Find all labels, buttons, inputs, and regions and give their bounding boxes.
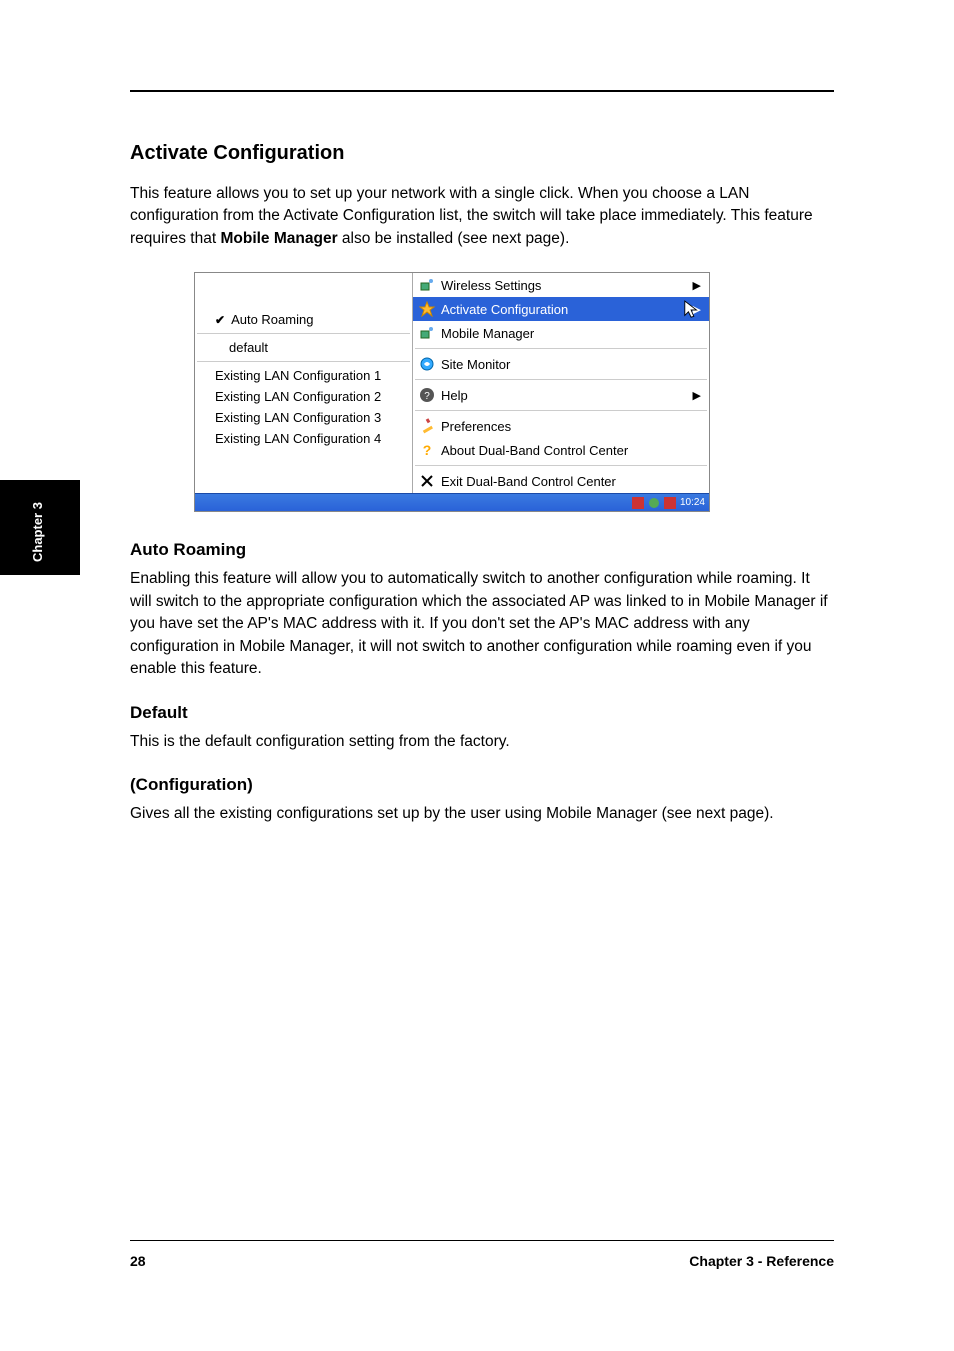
about-icon: ? (419, 442, 435, 458)
page-content: Activate Configuration This feature allo… (0, 0, 954, 826)
page-number: 28 (130, 1253, 146, 1269)
menu-label: Mobile Manager (441, 326, 534, 341)
exit-icon (419, 473, 435, 489)
submenu-label: Existing LAN Configuration 4 (215, 431, 381, 446)
submenu-label: Existing LAN Configuration 1 (215, 368, 381, 383)
wireless-icon (419, 277, 435, 293)
cursor-icon (683, 299, 701, 321)
tray-icon[interactable] (648, 497, 660, 509)
menu-label: Preferences (441, 419, 511, 434)
tray-icon[interactable] (632, 497, 644, 509)
submenu-label: Auto Roaming (231, 312, 313, 327)
chapter-tab-label: Chapter 3 (30, 502, 45, 562)
svg-text:?: ? (423, 442, 432, 458)
subsection-body: Gives all the existing configurations se… (130, 803, 830, 825)
subsection-title-auto-roaming: Auto Roaming (130, 540, 834, 560)
svg-text:?: ? (424, 391, 430, 402)
submenu-label: Existing LAN Configuration 2 (215, 389, 381, 404)
menu-site-monitor[interactable]: Site Monitor (413, 352, 709, 376)
mobile-icon (419, 325, 435, 341)
menu-separator (415, 348, 707, 349)
taskbar-time: 10:24 (680, 497, 705, 508)
submenu-separator (197, 361, 410, 362)
menu-separator (415, 410, 707, 411)
menu-activate-configuration[interactable]: Activate Configuration ▶ (413, 297, 709, 321)
menu-label: Activate Configuration (441, 302, 568, 317)
menu-label: Exit Dual-Band Control Center (441, 474, 616, 489)
menu-label: Help (441, 388, 468, 403)
menu-preferences[interactable]: Preferences (413, 414, 709, 438)
intro-tail: also be installed (see next page). (338, 230, 570, 247)
menu-exit[interactable]: Exit Dual-Band Control Center (413, 469, 709, 493)
menu-label: About Dual-Band Control Center (441, 443, 628, 458)
submenu-default[interactable]: default (195, 337, 412, 358)
footer: 28 Chapter 3 - Reference (130, 1253, 834, 1269)
intro-bold: Mobile Manager (220, 230, 337, 247)
pref-icon (419, 418, 435, 434)
subsection-body: Enabling this feature will allow you to … (130, 568, 830, 680)
menu-about[interactable]: ? About Dual-Band Control Center (413, 438, 709, 462)
submenu-auto-roaming[interactable]: ✔ Auto Roaming (195, 309, 412, 330)
submenu-arrow-icon: ▶ (693, 389, 701, 402)
menu-mobile-manager[interactable]: Mobile Manager (413, 321, 709, 345)
screenshot: ✔ Auto Roaming default Existing LAN Conf… (194, 272, 710, 512)
section-title: Activate Configuration (130, 142, 834, 165)
submenu-label: default (229, 340, 268, 355)
tray-icon[interactable] (664, 497, 676, 509)
submenu-arrow-icon: ▶ (693, 279, 701, 292)
top-rule (130, 90, 834, 92)
intro-paragraph: This feature allows you to set up your n… (130, 183, 830, 250)
submenu-config-1[interactable]: Existing LAN Configuration 1 (195, 365, 412, 386)
monitor-icon (419, 356, 435, 372)
check-icon: ✔ (215, 313, 225, 327)
menu-separator (415, 379, 707, 380)
footer-text: Chapter 3 - Reference (689, 1253, 834, 1269)
submenu-config-4[interactable]: Existing LAN Configuration 4 (195, 428, 412, 449)
taskbar: 10:24 (195, 493, 709, 511)
submenu-separator (197, 333, 410, 334)
menu-wireless-settings[interactable]: Wireless Settings ▶ (413, 273, 709, 297)
submenu-label: Existing LAN Configuration 3 (215, 410, 381, 425)
activate-icon (419, 301, 435, 317)
help-icon: ? (419, 387, 435, 403)
subsection-title-configuration: (Configuration) (130, 775, 834, 795)
footer-rule (130, 1240, 834, 1241)
subsection-body: This is the default configuration settin… (130, 731, 830, 753)
menu-separator (415, 465, 707, 466)
submenu-activate-configuration: ✔ Auto Roaming default Existing LAN Conf… (195, 273, 413, 493)
context-menu: Wireless Settings ▶ Activate Configurati… (413, 273, 709, 493)
menu-label: Site Monitor (441, 357, 510, 372)
subsection-title-default: Default (130, 703, 834, 723)
menu-label: Wireless Settings (441, 278, 541, 293)
submenu-config-3[interactable]: Existing LAN Configuration 3 (195, 407, 412, 428)
chapter-tab: Chapter 3 (0, 480, 80, 575)
menu-help[interactable]: ? Help ▶ (413, 383, 709, 407)
submenu-config-2[interactable]: Existing LAN Configuration 2 (195, 386, 412, 407)
